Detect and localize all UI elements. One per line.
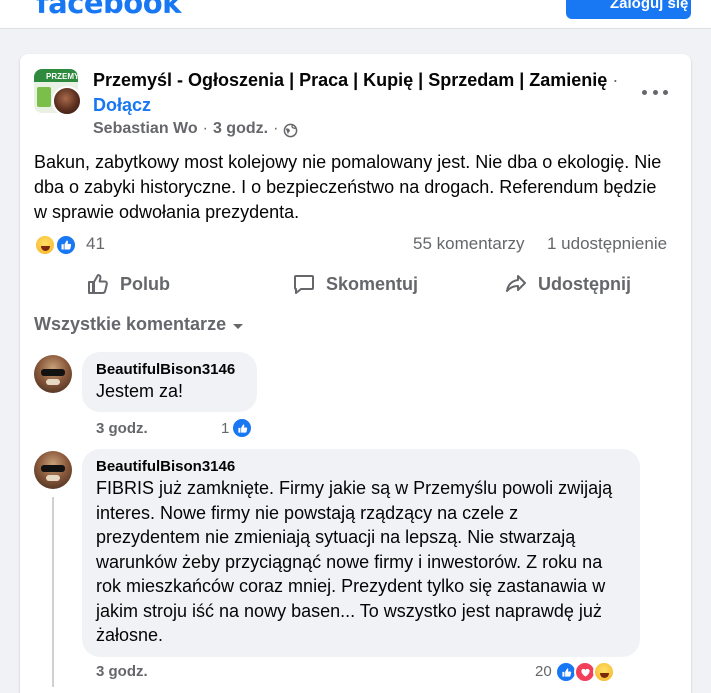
comment-button-label: Skomentuj bbox=[326, 273, 419, 294]
like-button-label: Polub bbox=[120, 273, 170, 294]
reaction-icons[interactable] bbox=[34, 234, 80, 256]
comments-count-link[interactable]: 55 komentarzy bbox=[413, 234, 525, 254]
author-avatar[interactable] bbox=[52, 86, 82, 116]
group-avatar-label: PRZEMY bbox=[46, 72, 78, 81]
separator-dot: · bbox=[612, 70, 619, 90]
post-meta: Sebastian Wo · 3 godz. · bbox=[93, 120, 298, 138]
comments-filter-label: Wszystkie komentarze bbox=[34, 314, 227, 334]
comment-button[interactable]: Skomentuj bbox=[292, 266, 418, 302]
shares-count-link[interactable]: 1 udostępnienie bbox=[547, 234, 667, 254]
comment-bubble: BeautifulBison3146 Jestem za! bbox=[82, 352, 257, 412]
commenter-avatar[interactable] bbox=[34, 355, 72, 393]
comment-timestamp[interactable]: 3 godz. bbox=[96, 663, 148, 680]
group-name-link[interactable]: Przemyśl - Ogłoszenia | Praca | Kupię | … bbox=[93, 70, 607, 90]
join-group-link[interactable]: Dołącz bbox=[93, 95, 151, 115]
reaction-count[interactable]: 41 bbox=[86, 234, 105, 254]
comment-reaction-count[interactable]: 20 bbox=[535, 663, 552, 680]
comment-author[interactable]: BeautifulBison3146 bbox=[96, 457, 626, 476]
post-avatars[interactable]: PRZEMY bbox=[34, 69, 84, 119]
post-timestamp[interactable]: 3 godz. bbox=[213, 120, 268, 138]
thumbs-up-icon bbox=[88, 274, 108, 294]
share-button-label: Udostępnij bbox=[538, 273, 631, 294]
post-header-title: Przemyśl - Ogłoszenia | Praca | Kupię | … bbox=[93, 68, 638, 118]
reply-thread-line bbox=[52, 497, 54, 687]
more-options-icon[interactable] bbox=[642, 82, 668, 102]
separator-dot: · bbox=[273, 120, 279, 137]
like-reaction-icon bbox=[231, 417, 253, 439]
comments-filter-dropdown[interactable]: Wszystkie komentarze bbox=[34, 314, 244, 335]
comment-author[interactable]: BeautifulBison3146 bbox=[96, 360, 243, 379]
group-avatar-graphic bbox=[37, 87, 51, 107]
haha-reaction-icon bbox=[593, 661, 615, 683]
separator-dot: · bbox=[202, 120, 208, 137]
post-actions-bar: Polub Skomentuj Udostępnij bbox=[34, 266, 678, 302]
globe-icon bbox=[284, 123, 298, 137]
facebook-logo[interactable]: facebook bbox=[36, 0, 181, 20]
comment-reaction-count[interactable]: 1 bbox=[221, 420, 229, 437]
login-button[interactable]: Zaloguj się bbox=[566, 0, 691, 19]
author-name-link[interactable]: Sebastian Wo bbox=[93, 120, 198, 138]
reactions-summary: 41 55 komentarzy 1 udostępnienie bbox=[34, 232, 678, 258]
top-navigation-bar: facebook Zaloguj się bbox=[0, 0, 711, 29]
like-reaction-icon bbox=[55, 234, 77, 256]
share-button[interactable]: Udostępnij bbox=[504, 266, 631, 302]
comment-bubble: BeautifulBison3146 FIBRIS już zamknięte.… bbox=[82, 449, 640, 657]
comment-timestamp[interactable]: 3 godz. bbox=[96, 420, 148, 437]
comment-text: FIBRIS już zamknięte. Firmy jakie są w P… bbox=[96, 478, 613, 645]
comment-text: Jestem za! bbox=[96, 381, 184, 401]
comment-icon bbox=[294, 275, 314, 294]
chevron-down-icon bbox=[233, 323, 244, 329]
commenter-avatar[interactable] bbox=[34, 451, 72, 489]
like-button[interactable]: Polub bbox=[86, 266, 170, 302]
post-body-text: Bakun, zabytkowy most kolejowy nie pomal… bbox=[34, 152, 662, 222]
share-icon bbox=[506, 275, 526, 292]
haha-reaction-icon bbox=[34, 234, 56, 256]
